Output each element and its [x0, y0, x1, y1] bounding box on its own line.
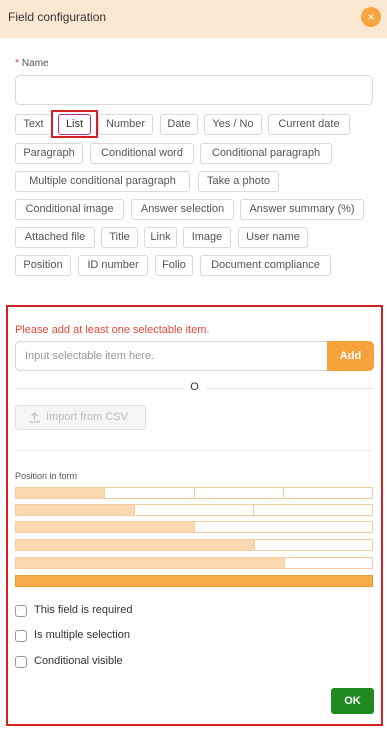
section-divider [15, 450, 373, 451]
field-type-link[interactable]: Link [144, 227, 177, 248]
field-type-multiple-conditional-paragraph[interactable]: Multiple conditional paragraph [15, 171, 190, 192]
position-option-row[interactable] [15, 504, 373, 516]
multiple-selection-label: Is multiple selection [34, 629, 130, 641]
field-type-image[interactable]: Image [183, 227, 231, 248]
field-type-date[interactable]: Date [160, 114, 198, 135]
position-option-row[interactable] [15, 539, 373, 551]
name-label: * Name [15, 58, 49, 69]
field-type-attached-file[interactable]: Attached file [15, 227, 95, 248]
field-type-conditional-paragraph[interactable]: Conditional paragraph [200, 143, 332, 164]
position-option-row[interactable] [15, 557, 373, 569]
position-option-row[interactable] [15, 487, 373, 499]
field-type-current-date[interactable]: Current date [268, 114, 350, 135]
field-type-take-photo[interactable]: Take a photo [198, 171, 279, 192]
position-option-row-full[interactable] [15, 575, 373, 587]
divider-right [206, 388, 373, 389]
field-type-conditional-image[interactable]: Conditional image [15, 199, 124, 220]
field-type-document-compliance[interactable]: Document compliance [200, 255, 331, 276]
field-type-id-number[interactable]: ID number [78, 255, 148, 276]
name-input[interactable] [15, 75, 373, 105]
name-label-text: Name [21, 58, 49, 69]
dialog-title: Field configuration [8, 10, 107, 24]
conditional-visible-label: Conditional visible [34, 655, 123, 667]
field-type-user-name[interactable]: User name [238, 227, 308, 248]
dialog-header: Field configuration × [0, 0, 387, 38]
conditional-visible-checkbox[interactable] [15, 656, 27, 668]
field-type-yes-no[interactable]: Yes / No [204, 114, 262, 135]
field-type-list[interactable]: List [58, 114, 91, 135]
or-separator: O [190, 381, 199, 393]
field-type-answer-summary[interactable]: Answer summary (%) [240, 199, 364, 220]
ok-button[interactable]: OK [331, 688, 374, 714]
divider-left [15, 388, 183, 389]
position-label: Position in form [15, 471, 78, 481]
import-csv-label: Import from CSV [46, 411, 128, 423]
field-type-folio[interactable]: Folio [155, 255, 193, 276]
add-item-button[interactable]: Add [327, 341, 374, 371]
field-type-paragraph[interactable]: Paragraph [15, 143, 83, 164]
upload-icon [29, 406, 40, 438]
close-icon[interactable]: × [361, 7, 381, 27]
selectable-item-input[interactable]: Input selectable item here. [15, 341, 328, 371]
field-type-number[interactable]: Number [98, 114, 153, 135]
validation-warning: Please add at least one selectable item. [15, 324, 210, 336]
required-label: This field is required [34, 604, 133, 616]
multiple-selection-checkbox[interactable] [15, 630, 27, 642]
field-type-conditional-word[interactable]: Conditional word [90, 143, 194, 164]
field-type-title[interactable]: Title [101, 227, 138, 248]
required-checkbox[interactable] [15, 605, 27, 617]
field-type-position[interactable]: Position [15, 255, 71, 276]
position-option-row[interactable] [15, 521, 373, 533]
field-type-answer-selection[interactable]: Answer selection [131, 199, 234, 220]
field-type-text[interactable]: Text [15, 114, 52, 135]
required-mark: * [15, 58, 19, 69]
import-csv-button[interactable]: Import from CSV [15, 405, 146, 430]
